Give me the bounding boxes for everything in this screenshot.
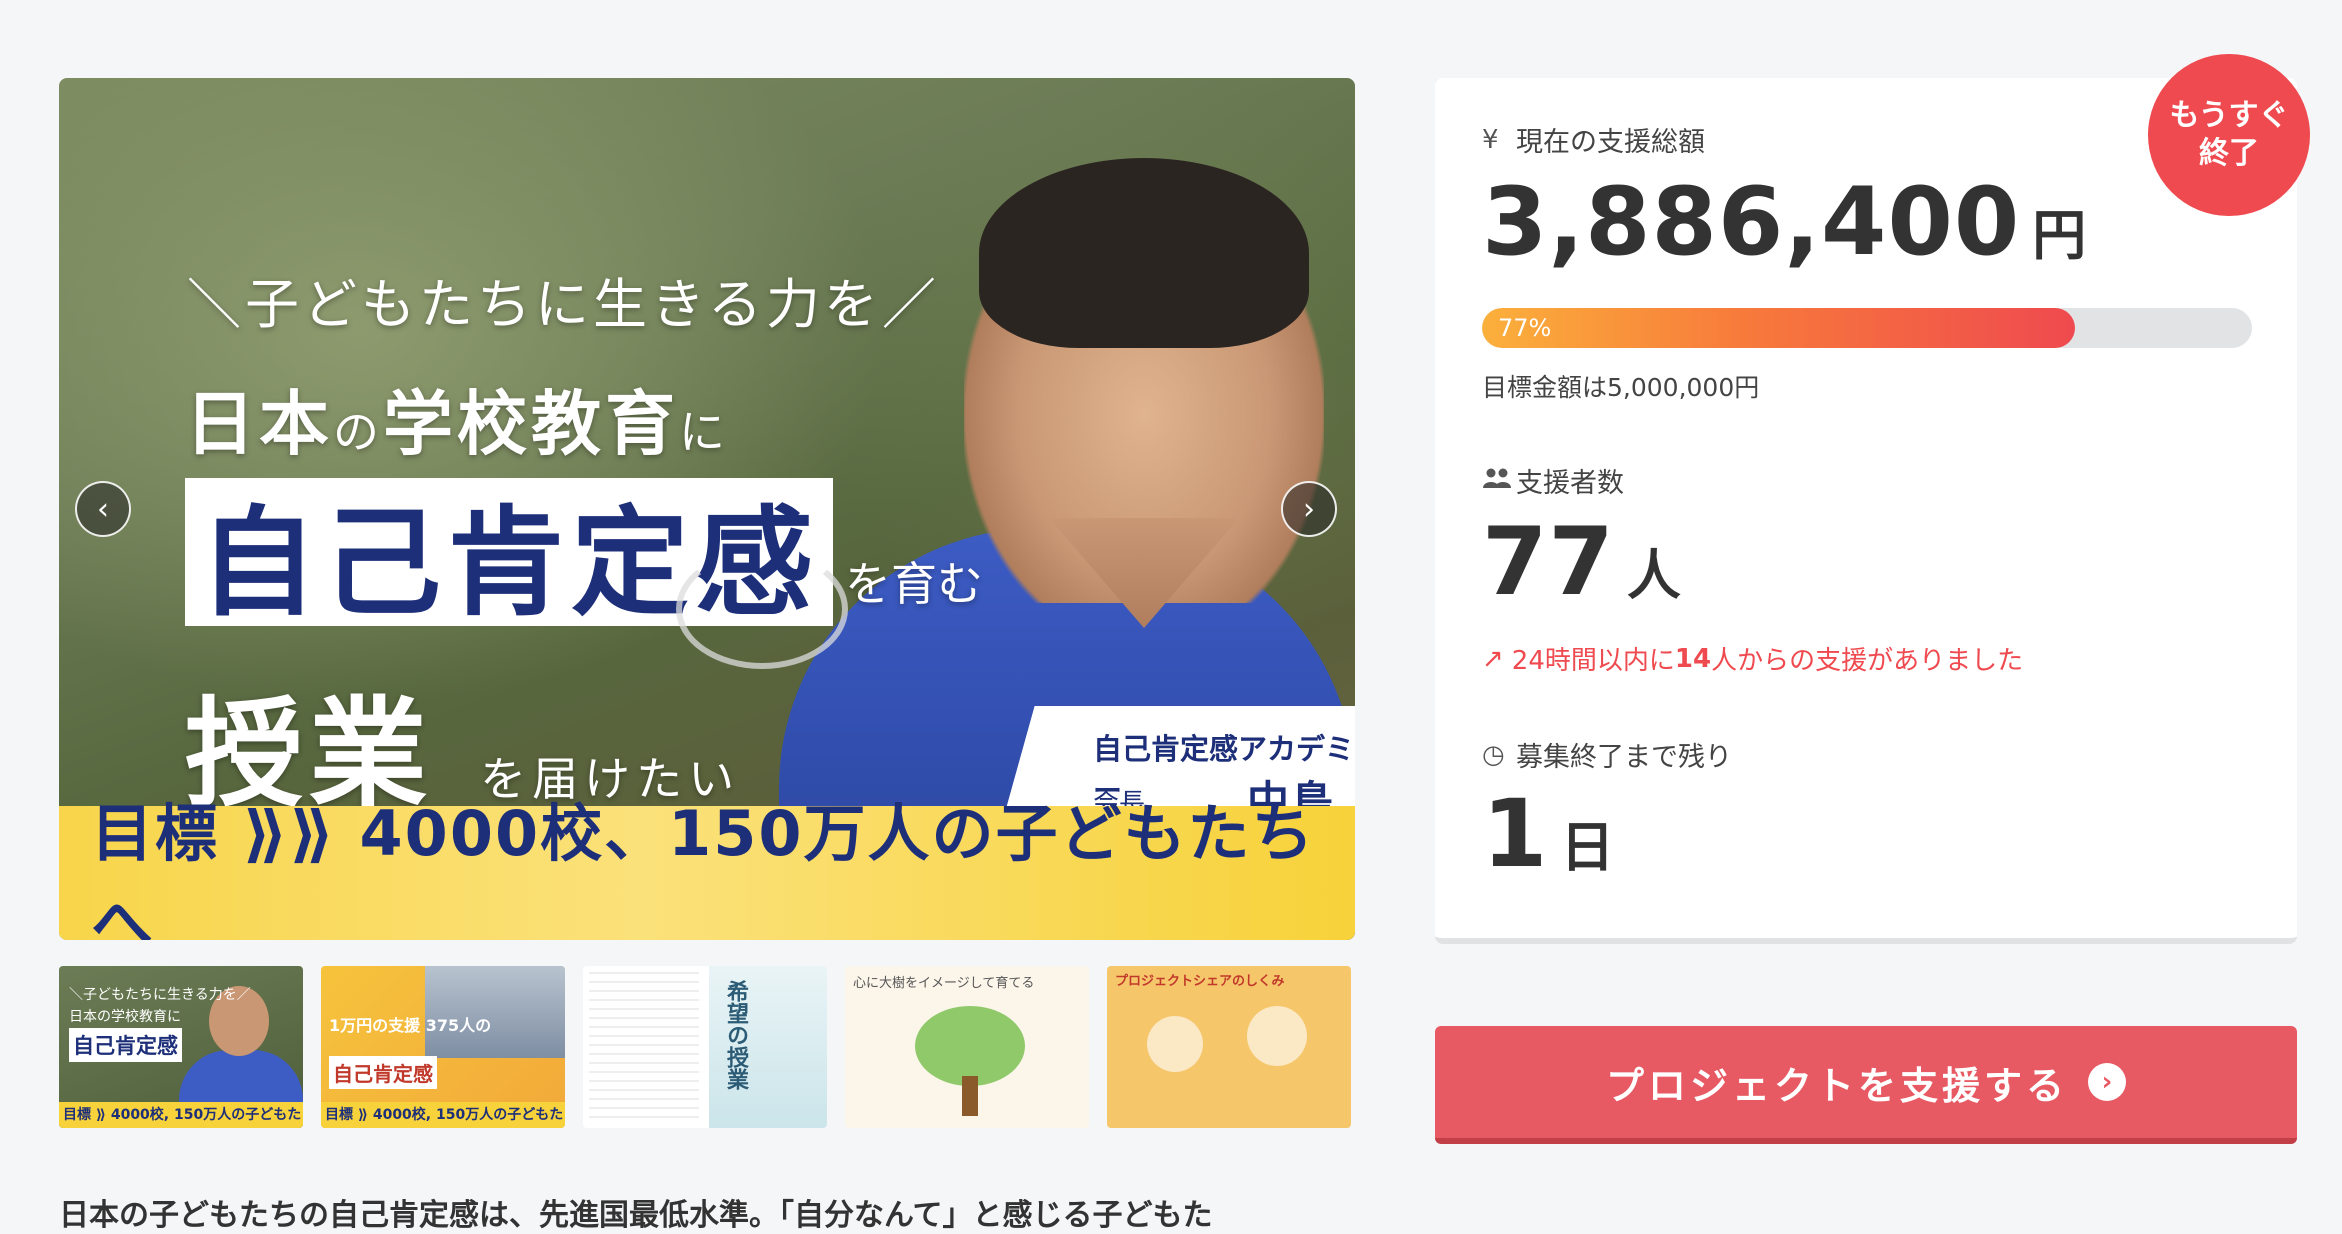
thumb-3-document [589, 972, 699, 1122]
funding-progress-bar: 77% [1482, 308, 2252, 348]
hero-kicker: ＼子どもたちに生きる力を／ [187, 273, 940, 336]
loading-spinner-icon [676, 549, 848, 669]
recent-backers-notice: ↗ 24時間以内に 14 人からの支援がありました [1482, 640, 2023, 677]
recent-prefix: 24時間以内に [1511, 646, 1675, 676]
thumb-1-text: ＼子どもたちに生きる力を／ 日本の学校教育に [69, 987, 251, 1025]
arrow-right-circle-icon: › [2088, 1063, 2126, 1101]
hero-goal-text: 目標 ⟫⟫ 4000校、150万人の子どもたちへ [91, 797, 1316, 940]
thumb-1-band: 目標 ⟫ 4000校, 150万人の子どもたちへ [59, 1102, 303, 1128]
progress-fill [1482, 308, 2075, 348]
thumbnail-strip: ＼子どもたちに生きる力を／ 日本の学校教育に 自己肯定感 目標 ⟫ 4000校,… [59, 966, 1355, 1128]
backers-label: 支援者数 [1482, 461, 1624, 500]
goal-amount: 目標金額は5,000,000円 [1482, 373, 1760, 402]
person-hair [979, 158, 1309, 348]
time-left-label: ◷ 募集終了まで残り [1482, 735, 1732, 774]
thumbnail-4[interactable]: 心に大樹をイメージして育てる [845, 966, 1089, 1128]
thumb-5-circle-2 [1247, 1006, 1307, 1066]
time-left-number: 1 [1482, 780, 1549, 889]
hero-goal-band: 目標 ⟫⟫ 4000校、150万人の子どもたちへ [59, 797, 1355, 940]
chevron-right-icon: › [1303, 491, 1315, 527]
users-icon [1482, 466, 1516, 496]
backers-label-text: 支援者数 [1516, 468, 1624, 499]
amount-number: 3,886,400 [1482, 168, 2021, 277]
thumb-4-caption: 心に大樹をイメージして育てる [853, 976, 1035, 991]
progress-percent: 77% [1498, 314, 1552, 342]
hero-line-1-b: の [333, 405, 383, 459]
time-left-unit: 日 [1560, 816, 1615, 879]
thumb-5-caption: プロジェクトシェアのしくみ [1115, 974, 1285, 989]
support-project-label: プロジェクトを支援する [1605, 1063, 2068, 1108]
hero-line-3: を育む [845, 557, 983, 611]
amount-label: ¥ 現在の支援総額 [1482, 120, 1705, 159]
thumbnail-5[interactable]: プロジェクトシェアのしくみ [1107, 966, 1351, 1128]
time-left-value: 1日 [1482, 780, 1614, 889]
recent-count: 14 [1674, 643, 1712, 674]
thumb-2-band: 目標 ⟫ 4000校, 150万人の子どもたちへ [321, 1102, 565, 1128]
thumb-5-circle-1 [1147, 1016, 1203, 1072]
tree-trunk [962, 1076, 978, 1116]
badge-line-1: もうすぐ [2169, 98, 2289, 133]
backers-unit: 人 [1626, 544, 1681, 607]
thumb-person-shirt [179, 1050, 303, 1102]
recent-suffix: 人からの支援がありました [1711, 646, 2024, 676]
thumbnail-3[interactable]: 希望の授業 [583, 966, 827, 1128]
support-project-button[interactable]: プロジェクトを支援する › [1435, 1026, 2297, 1144]
carousel-next-button[interactable]: › [1281, 481, 1337, 537]
amount-value: 3,886,400 円 [1482, 168, 2086, 277]
amount-unit: 円 [2032, 204, 2087, 267]
amount-label-text: 現在の支援総額 [1516, 127, 1705, 158]
backers-number: 77 [1482, 508, 1615, 617]
hero-line-1-a: 日本 [185, 383, 333, 465]
ending-soon-badge: もうすぐ 終了 [2148, 54, 2310, 216]
thumbnail-2[interactable]: 1万円の支援 375人の 自己肯定感 目標 ⟫ 4000校, 150万人の子ども… [321, 966, 565, 1128]
thumb-2-highlight: 自己肯定感 [329, 1056, 437, 1089]
hero-image[interactable]: ＼子どもたちに生きる力を／ 日本の学校教育に 自己肯定感 を育む 授業 を届けた… [59, 78, 1355, 940]
tree-icon [915, 1006, 1025, 1086]
hero-line-1-d: に [679, 405, 729, 459]
clock-icon: ◷ [1482, 739, 1505, 770]
project-description-heading: 日本の子どもたちの自己肯定感は、先進国最低水準。「自分なんて」と感じる子どもた [59, 1198, 1213, 1233]
chevron-left-icon: ‹ [97, 491, 109, 527]
hero-line-1-c: 学校教育 [383, 383, 679, 465]
thumb-1-highlight: 自己肯定感 [69, 1028, 182, 1062]
thumb-2-text: 1万円の支援 375人の [329, 1016, 492, 1035]
thumb-3-title: 希望の授業 [723, 980, 748, 1090]
trending-up-icon: ↗ [1482, 643, 1504, 674]
time-left-label-text: 募集終了まで残り [1516, 742, 1732, 773]
hero-line-1: 日本の学校教育に [185, 368, 729, 469]
backers-value: 77 人 [1482, 508, 1681, 617]
carousel-prev-button[interactable]: ‹ [75, 481, 131, 537]
thumb-3-cover: 希望の授業 [709, 966, 827, 1128]
badge-line-2: 終了 [2199, 136, 2259, 171]
thumbnail-1[interactable]: ＼子どもたちに生きる力を／ 日本の学校教育に 自己肯定感 目標 ⟫ 4000校,… [59, 966, 303, 1128]
yen-icon: ¥ [1482, 124, 1499, 155]
thumb-1-band-text: 目標 ⟫ 4000校, 150万人の子どもたちへ [63, 1107, 302, 1123]
